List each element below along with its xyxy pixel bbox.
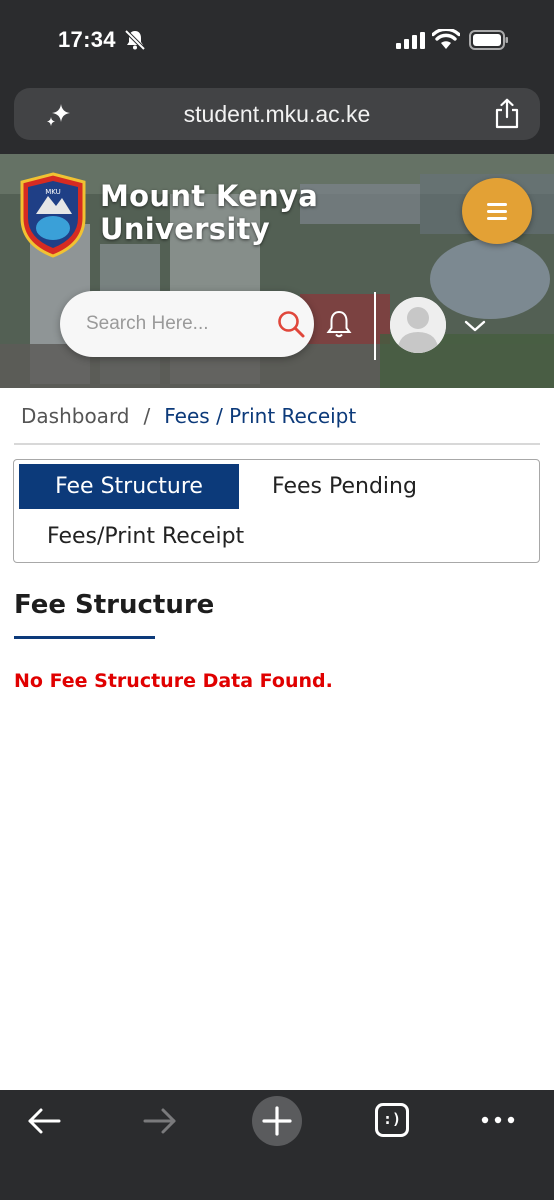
chevron-down-icon[interactable] — [463, 318, 487, 334]
menu-button[interactable] — [462, 178, 532, 244]
tab-fees-pending[interactable]: Fees Pending — [272, 464, 417, 509]
empty-state-message: No Fee Structure Data Found. — [14, 670, 333, 692]
clock: 17:34 — [58, 27, 116, 52]
breadcrumb-divider — [14, 443, 540, 445]
browser-address-bar: student.mku.ac.ke — [0, 80, 554, 154]
brand-line-1: Mount Kenya — [100, 179, 319, 213]
bell-slash-icon — [124, 29, 146, 51]
site-header: MKU Mount Kenya University — [0, 154, 554, 388]
tabs-icon[interactable]: :) — [375, 1103, 409, 1137]
university-logo[interactable]: MKU — [18, 172, 88, 258]
more-dots-icon[interactable] — [480, 1114, 516, 1126]
search-box — [60, 291, 314, 357]
url-text: student.mku.ac.ke — [183, 101, 371, 127]
avatar[interactable] — [390, 297, 446, 353]
tab-fee-structure[interactable]: Fee Structure — [19, 464, 239, 509]
breadcrumb-separator: / — [143, 404, 151, 428]
header-divider — [374, 292, 376, 360]
signal-icon — [396, 32, 425, 49]
brand-line-2: University — [100, 212, 270, 246]
breadcrumb: Dashboard / Fees / Print Receipt — [21, 404, 356, 428]
breadcrumb-current[interactable]: Fees / Print Receipt — [164, 404, 356, 428]
section-title: Fee Structure — [14, 590, 215, 620]
forward-arrow-icon[interactable] — [142, 1106, 178, 1136]
wifi-icon — [432, 29, 460, 49]
svg-text:MKU: MKU — [45, 188, 61, 196]
breadcrumb-dashboard-link[interactable]: Dashboard — [21, 404, 130, 428]
battery-icon — [469, 30, 508, 50]
new-tab-button[interactable] — [252, 1096, 302, 1146]
user-icon — [390, 297, 446, 353]
back-arrow-icon[interactable] — [26, 1106, 62, 1136]
fees-tabs: Fee Structure Fees Pending Fees/Print Re… — [13, 459, 540, 563]
status-bar: 17:34 — [0, 0, 554, 80]
bell-icon[interactable] — [325, 309, 353, 339]
search-input[interactable] — [86, 311, 266, 337]
browser-toolbar: :) — [0, 1090, 554, 1200]
section-title-underline — [14, 636, 155, 639]
tab-fees-print-receipt[interactable]: Fees/Print Receipt — [47, 514, 244, 559]
university-name: Mount Kenya University — [100, 180, 318, 246]
tabs-button-label: :) — [382, 1110, 402, 1128]
plus-icon — [262, 1106, 292, 1136]
search-icon[interactable] — [276, 309, 306, 339]
